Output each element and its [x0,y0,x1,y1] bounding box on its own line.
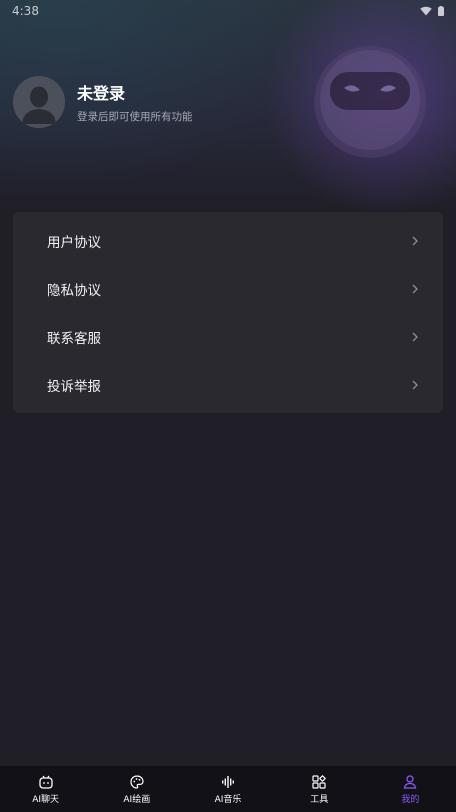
status-bar: 4:38 [0,0,456,22]
tab-label: 我的 [401,794,420,805]
login-status-title[interactable]: 未登录 [77,80,193,104]
menu-item-contact-support[interactable]: 联系客服 [13,313,443,361]
menu-item-user-agreement[interactable]: 用户协议 [13,217,443,265]
status-time: 4:38 [12,4,39,18]
wifi-icon [420,6,432,16]
audio-wave-icon [222,775,234,788]
default-avatar-icon [13,76,65,128]
bottom-tab-bar: AI聊天 AI绘画 AI音乐 工具 我的 [0,766,456,812]
login-hint-text: 登录后即可使用所有功能 [77,111,193,123]
chevron-right-icon [412,380,418,390]
status-icons [420,6,444,16]
menu-item-label: 联系客服 [47,331,101,347]
tab-label: AI音乐 [214,794,242,805]
menu-item-label: 投诉举报 [47,379,101,395]
tab-ai-chat[interactable]: AI聊天 [0,766,91,812]
chat-bot-icon [38,775,53,789]
tab-tools[interactable]: 工具 [274,766,365,812]
person-icon [404,774,417,789]
tab-mine[interactable]: 我的 [365,766,456,812]
menu-item-complaint-report[interactable]: 投诉举报 [13,361,443,409]
tab-label: AI绘画 [123,794,151,805]
profile-header: 4:38 未登录 登录后即可使用所有功能 [0,0,456,210]
menu-item-label: 隐私协议 [47,283,101,299]
chevron-right-icon [412,236,418,246]
grid-tools-icon [312,774,327,789]
tab-label: AI聊天 [32,794,59,805]
user-info-row[interactable]: 未登录 登录后即可使用所有功能 [13,76,193,128]
tab-ai-music[interactable]: AI音乐 [182,766,273,812]
avatar[interactable] [13,76,65,128]
user-text: 未登录 登录后即可使用所有功能 [77,80,193,124]
settings-menu-card: 用户协议 隐私协议 联系客服 投诉举报 [13,212,443,413]
chevron-right-icon [412,332,418,342]
menu-item-privacy-policy[interactable]: 隐私协议 [13,265,443,313]
battery-icon [438,6,444,16]
palette-icon [130,774,144,789]
menu-item-label: 用户协议 [47,235,101,251]
chevron-right-icon [412,284,418,294]
tab-ai-painting[interactable]: AI绘画 [91,766,182,812]
tab-label: 工具 [310,794,329,805]
robot-mascot-illustration [314,46,426,158]
